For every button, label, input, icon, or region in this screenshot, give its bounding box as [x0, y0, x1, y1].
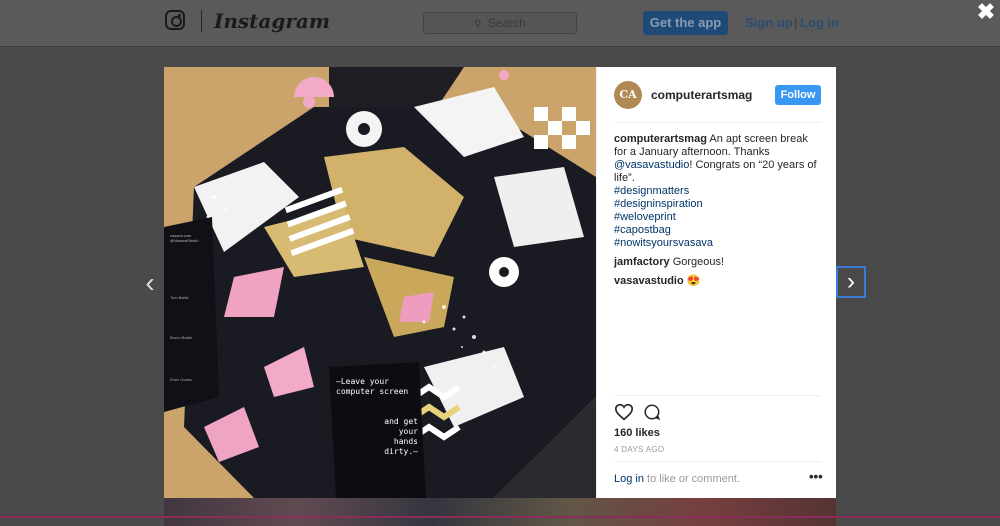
post-username[interactable]: computerartsmag	[651, 88, 752, 102]
background-thumbnails-strip	[164, 498, 836, 526]
get-the-app-button[interactable]: Get the app	[643, 11, 728, 35]
credits-card	[164, 217, 219, 412]
signature-1: Tom Batist	[170, 295, 189, 300]
heart-icon[interactable]	[614, 403, 634, 421]
card-text-bottom: and get your hands dirty.—	[384, 417, 418, 456]
hashtag-link[interactable]: #weloveprint	[614, 211, 822, 224]
instagram-camera-icon[interactable]	[165, 10, 185, 30]
signature-2: Bruno Batist	[170, 335, 192, 340]
list-item: vasavastudio 😍	[614, 275, 822, 288]
comments-list: computerartsmag An apt screen break for …	[614, 133, 822, 294]
follow-button[interactable]: Follow	[775, 85, 821, 105]
footer-divider	[614, 461, 821, 462]
comment-username[interactable]: jamfactory	[614, 256, 670, 268]
sign-up-link[interactable]: Sign up	[745, 15, 793, 30]
caption-comment: computerartsmag An apt screen break for …	[614, 133, 822, 250]
more-options-icon[interactable]: •••	[809, 469, 823, 484]
chevron-left-icon[interactable]: ‹	[140, 268, 160, 298]
login-prompt-text: to like or comment.	[643, 473, 740, 485]
hashtag-link[interactable]: #designinspiration	[614, 198, 822, 211]
post-modal: —Leave your computer screen and get your…	[164, 67, 836, 498]
hashtag-link[interactable]: #designmatters	[614, 185, 822, 198]
top-navigation-bar: Instagram ⚲ Search Get the app Sign up |…	[0, 0, 1000, 47]
signature-3: Enric Godko	[170, 377, 193, 382]
header-divider	[614, 122, 821, 123]
avatar[interactable]: CA	[614, 81, 642, 109]
comment-username[interactable]: vasavastudio	[614, 275, 684, 287]
chevron-right-icon[interactable]: ›	[836, 266, 866, 298]
search-placeholder: Search	[487, 16, 526, 30]
instagram-wordmark[interactable]: Instagram	[214, 9, 330, 33]
post-timestamp: 4 DAYS AGO	[614, 445, 665, 454]
credits-caption: vasava.com @VasavaStudio	[170, 233, 199, 243]
close-icon[interactable]: ✖	[976, 0, 996, 24]
log-in-link[interactable]: Log in	[800, 15, 839, 30]
post-sidebar: CA computerartsmag Follow computerartsma…	[596, 67, 836, 498]
hashtag-link[interactable]: #capostbag	[614, 224, 822, 237]
logo-divider	[201, 10, 202, 32]
card-text-top: —Leave your computer screen	[336, 377, 409, 396]
bottom-accent-line	[0, 516, 1000, 518]
hashtag-link[interactable]: #nowitsyoursvasava	[614, 237, 822, 250]
login-prompt: Log in to like or comment.	[614, 473, 740, 485]
search-icon: ⚲	[474, 19, 482, 30]
mention-link[interactable]: @vasavastudio	[614, 159, 689, 171]
caption-username[interactable]: computerartsmag	[614, 133, 707, 145]
nav-separator: |	[794, 15, 798, 30]
post-photo[interactable]: —Leave your computer screen and get your…	[164, 67, 596, 498]
comment-text: 😍	[683, 275, 701, 287]
likes-count[interactable]: 160 likes	[614, 427, 660, 439]
login-link[interactable]: Log in	[614, 473, 644, 485]
list-item: jamfactory Gorgeous!	[614, 256, 822, 269]
comment-text: Gorgeous!	[669, 256, 725, 268]
actions-divider	[614, 395, 821, 396]
comment-icon[interactable]	[643, 403, 661, 421]
search-input[interactable]: ⚲ Search	[423, 12, 577, 34]
